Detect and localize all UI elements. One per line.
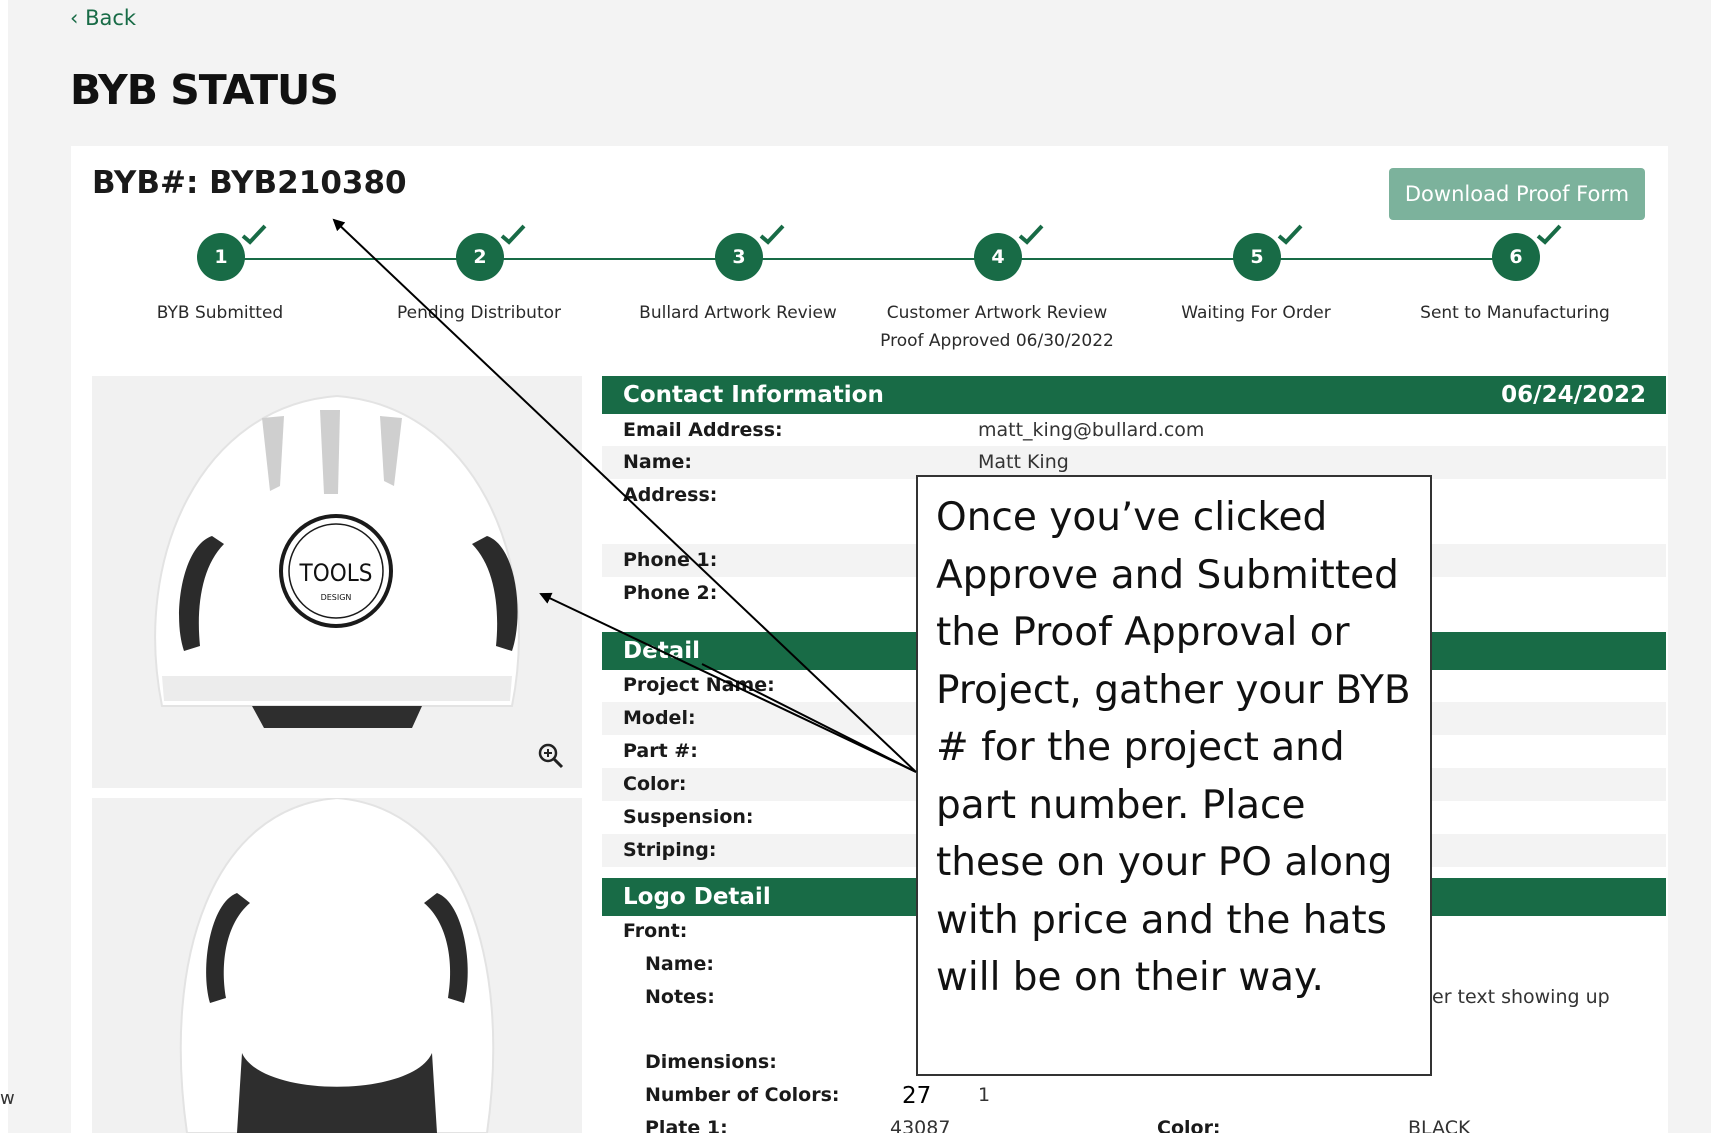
plate1-row: Plate 1: 43087 Color: BLACK	[602, 1112, 1666, 1133]
check-icon	[759, 224, 785, 245]
field-label: Dimensions:	[645, 1051, 777, 1073]
field-label: Number of Colors:	[645, 1084, 840, 1106]
zoom-in-icon[interactable]	[536, 741, 566, 771]
field-label: Part #:	[623, 740, 698, 762]
field-label: Striping:	[623, 839, 717, 861]
field-label: Address:	[623, 484, 718, 506]
field-label: Name:	[645, 953, 715, 975]
step-label: Bullard Artwork Review	[639, 303, 837, 323]
field-label: Name:	[623, 451, 693, 473]
check-icon	[241, 224, 267, 245]
field-label: Project Name:	[623, 674, 775, 696]
contact-section-header: Contact Information 06/24/2022	[602, 376, 1666, 414]
field-label: Phone 1:	[623, 549, 718, 571]
notes-value: er text showing up	[1432, 986, 1610, 1008]
step-number: 6	[1492, 233, 1540, 281]
helmet-side-image[interactable]	[92, 796, 582, 1134]
field-label: Suspension:	[623, 806, 754, 828]
helmet-front-image[interactable]: TOOLS DESIGN	[92, 376, 582, 788]
step-number: 2	[456, 233, 504, 281]
check-icon	[500, 224, 526, 245]
email-value: matt_king@bullard.com	[978, 419, 1205, 441]
section-title: Logo Detail	[623, 884, 771, 910]
download-proof-form-button[interactable]: Download Proof Form	[1389, 168, 1645, 220]
name-value: Matt King	[978, 451, 1069, 473]
check-icon	[1536, 224, 1562, 245]
step-label: BYB Submitted	[156, 303, 284, 323]
instruction-callout: Once you’ve clicked Approve and Submitte…	[916, 475, 1432, 1076]
helmet-logo-text: TOOLS	[299, 559, 373, 587]
check-icon	[1018, 224, 1044, 245]
step-label: Customer Artwork Review Proof Approved 06…	[880, 303, 1114, 351]
field-label: Email Address:	[623, 419, 783, 441]
number-of-colors-value: 1	[978, 1084, 991, 1106]
step-number: 1	[197, 233, 245, 281]
progress-track	[220, 258, 1516, 260]
step-number: 5	[1233, 233, 1281, 281]
step-label: Pending Distributor	[396, 303, 562, 323]
field-label: Model:	[623, 707, 696, 729]
number-of-colors-row: Number of Colors: 1	[602, 1079, 1666, 1112]
step-number: 4	[974, 233, 1022, 281]
byb-number: BYB#: BYB210380	[92, 165, 407, 201]
step-sublabel: Proof Approved 06/30/2022	[880, 331, 1114, 351]
field-label: Front:	[623, 920, 688, 942]
section-title: Contact Information	[623, 382, 884, 408]
check-icon	[1277, 224, 1303, 245]
edge-text: w	[0, 1088, 15, 1109]
field-label: Plate 1:	[645, 1117, 728, 1133]
email-row: Email Address: matt_king@bullard.com	[602, 414, 1666, 447]
field-label: Color:	[623, 773, 687, 795]
back-link[interactable]: ‹ Back	[70, 6, 136, 30]
section-title: Detail	[623, 638, 700, 664]
slide-number: 27	[902, 1083, 932, 1109]
field-label: Color:	[1157, 1117, 1221, 1133]
field-label: Phone 2:	[623, 582, 718, 604]
plate-color-value: BLACK	[1408, 1117, 1471, 1133]
field-label: Notes:	[645, 986, 715, 1008]
plate1-value: 43087	[890, 1117, 951, 1133]
contact-date: 06/24/2022	[1501, 382, 1646, 408]
step-number: 3	[715, 233, 763, 281]
step-label: Sent to Manufacturing	[1420, 303, 1610, 323]
step-label: Waiting For Order	[1181, 303, 1331, 323]
helmet-logo-subtext: DESIGN	[321, 593, 352, 602]
page-title: BYB STATUS	[70, 66, 339, 114]
